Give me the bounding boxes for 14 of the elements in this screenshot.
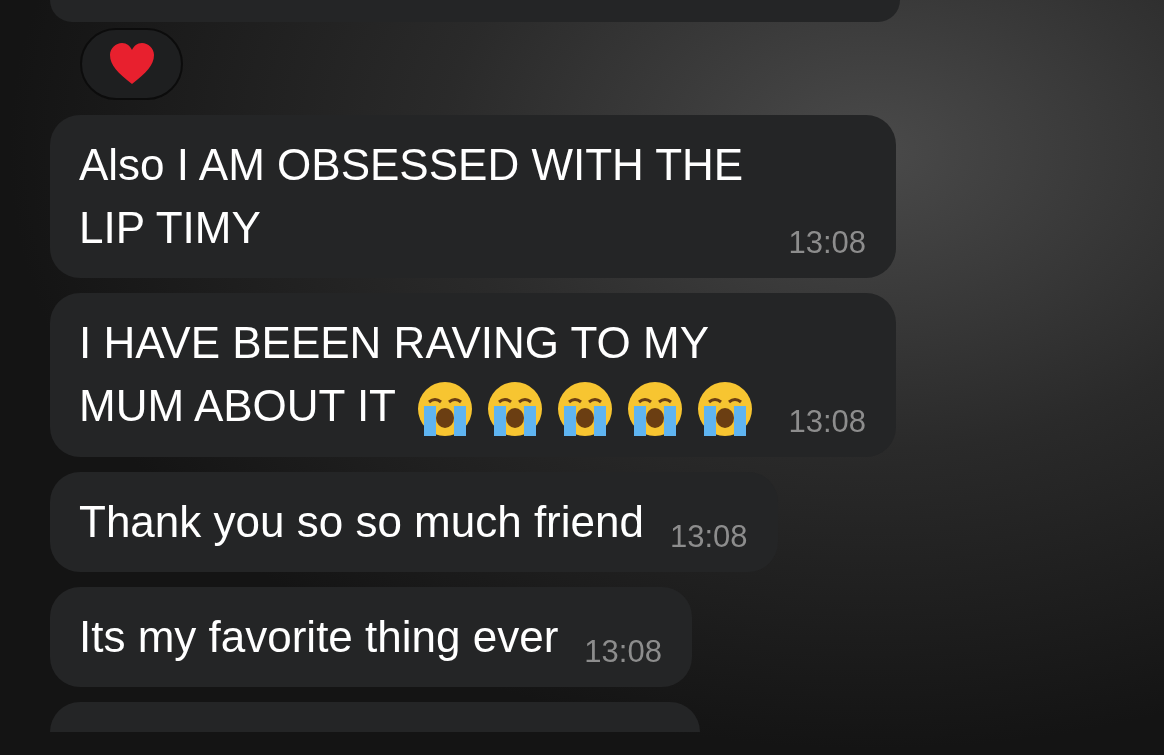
message-time: 13:08: [788, 404, 866, 441]
crying-face-icon: [696, 380, 754, 439]
message-text: Thank you so so much friend: [79, 496, 644, 549]
message-text: Also I AM OBSESSED WITH THE LIP TIMY: [79, 139, 745, 254]
message-time: 13:08: [788, 225, 866, 261]
crying-face-icon: [416, 380, 474, 439]
crying-face-icon: [486, 380, 544, 439]
message-text: Its my favorite thing ever: [79, 611, 559, 664]
crying-face-icon: [556, 380, 614, 439]
message-text: I HAVE BEEEN RAVING TO MY MUM ABOUT IT: [79, 311, 763, 439]
crying-face-icon: [626, 380, 684, 439]
message-time: 13:08: [669, 519, 748, 556]
heart-icon: [107, 42, 156, 86]
message-time: 13:08: [584, 634, 662, 671]
